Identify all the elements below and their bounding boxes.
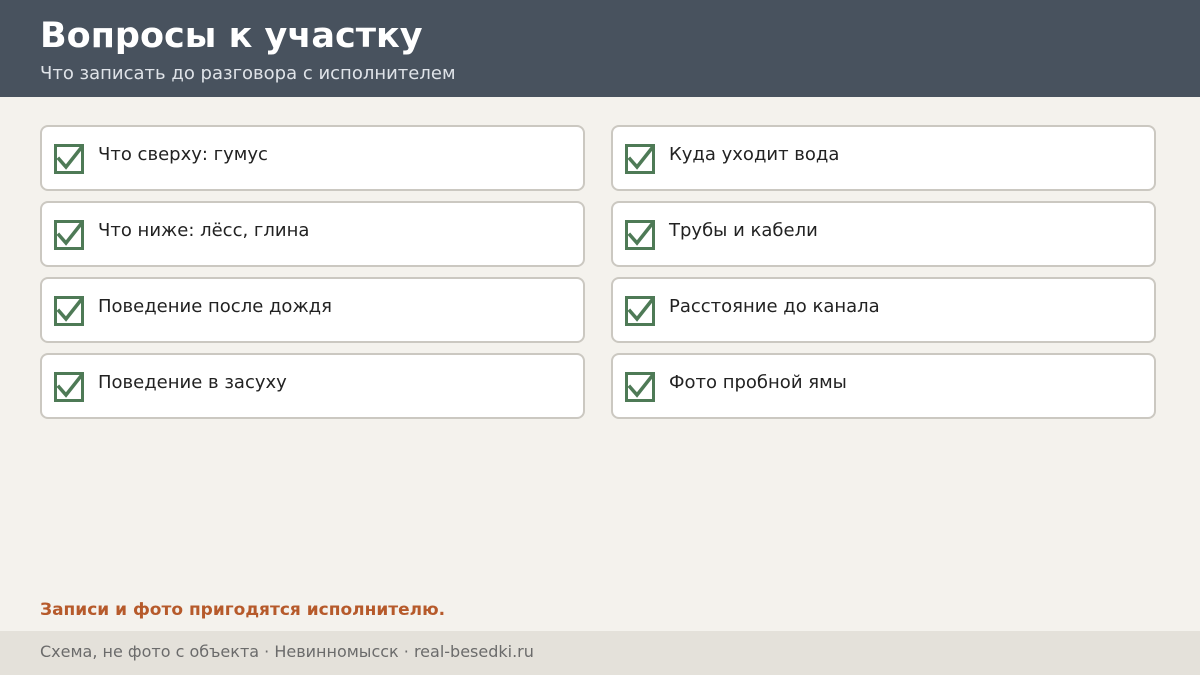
page-subtitle: Что записать до разговора с исполнителем [40,63,456,84]
header: Вопросы к участку Что записать до разгов… [0,0,1200,97]
checklist-item[interactable]: Расстояние до канала [611,277,1156,343]
checklist-grid: Что сверху: гумус Куда уходит вода Что н… [40,125,1156,419]
checklist-item-label: Куда уходит вода [669,144,840,165]
checklist-item[interactable]: Что сверху: гумус [40,125,585,191]
checkbox-checked-icon[interactable] [625,372,655,402]
checklist-item-label: Расстояние до канала [669,296,880,317]
checklist-item[interactable]: Трубы и кабели [611,201,1156,267]
checklist-item-label: Трубы и кабели [669,220,818,241]
checklist-item-label: Фото пробной ямы [669,372,847,393]
checklist-item-label: Поведение после дождя [98,296,332,317]
checkbox-checked-icon[interactable] [54,372,84,402]
checkbox-checked-icon[interactable] [625,296,655,326]
checkbox-checked-icon[interactable] [54,296,84,326]
checklist-item-label: Что ниже: лёсс, глина [98,220,310,241]
checklist-item[interactable]: Что ниже: лёсс, глина [40,201,585,267]
checkbox-checked-icon[interactable] [54,144,84,174]
checklist-item[interactable]: Фото пробной ямы [611,353,1156,419]
footer: Схема, не фото с объекта · Невинномысск … [0,631,1200,675]
page-title: Вопросы к участку [40,16,423,56]
checklist-item-label: Поведение в засуху [98,372,287,393]
checklist-item[interactable]: Поведение в засуху [40,353,585,419]
callout-note: Записи и фото пригодятся исполнителю. [40,600,446,620]
checklist-item[interactable]: Куда уходит вода [611,125,1156,191]
checklist-item-label: Что сверху: гумус [98,144,268,165]
checkbox-checked-icon[interactable] [625,144,655,174]
footer-text: Схема, не фото с объекта · Невинномысск … [40,642,534,661]
checklist-item[interactable]: Поведение после дождя [40,277,585,343]
checkbox-checked-icon[interactable] [54,220,84,250]
checkbox-checked-icon[interactable] [625,220,655,250]
